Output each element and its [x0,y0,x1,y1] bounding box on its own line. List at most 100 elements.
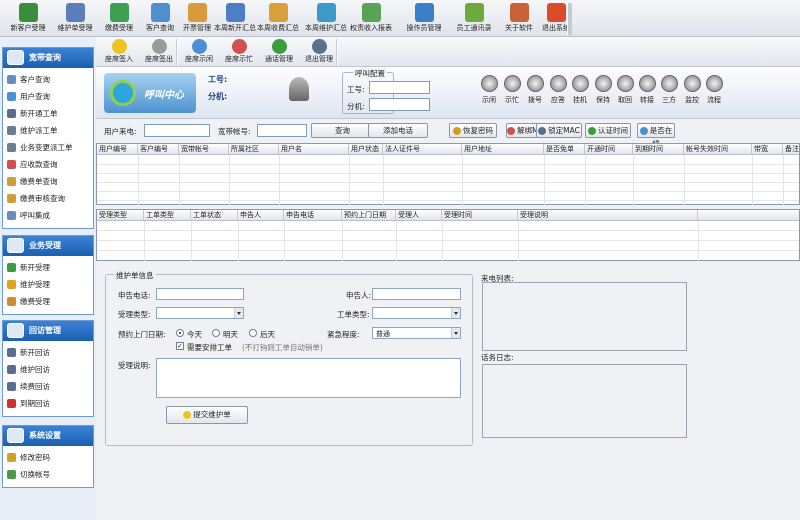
column-header[interactable]: 法人证件号 [383,144,462,155]
toolbar-button-11[interactable]: 员工通讯录 [451,2,497,36]
agent-button-5[interactable]: 通话管理 [259,38,299,66]
column-header[interactable]: 用户状态 [349,144,383,155]
sidebar-group-header[interactable]: 业务受理 [3,236,93,256]
action-button-4[interactable]: 认证时间 [585,123,631,138]
agent-button-1[interactable]: 座席签入 [99,38,139,66]
sidebar-item[interactable]: 切换帐号 [3,466,93,483]
call-list-panel[interactable] [482,282,687,351]
sidebar-group-header[interactable]: 回访管理 [3,321,93,341]
column-header[interactable]: 是否免单 [544,144,585,155]
reporter-input[interactable] [372,288,461,300]
phone-button-6[interactable]: 保持 [592,75,614,105]
column-header[interactable]: 用户名 [279,144,349,155]
phone-button-8[interactable]: 转接 [636,75,658,105]
submit-maintenance-button[interactable]: 提交维护单 [166,406,248,424]
phone-button-2[interactable]: 示忙 [501,75,523,105]
call-agent-id-input[interactable] [369,81,430,94]
agent-button-4[interactable]: 座席示忙 [219,38,259,66]
query-button[interactable]: 查询 [311,123,374,138]
column-header[interactable]: 到期时间 [633,144,684,155]
phone-button-label: 应答 [551,96,565,104]
phone-button-3[interactable]: 拨号 [524,75,546,105]
call-extension-input[interactable] [369,98,430,111]
sidebar-item[interactable]: 应收款查询 [3,156,93,173]
sidebar-item[interactable]: 缴费单查询 [3,173,93,190]
toolbar-button-2[interactable]: 维护单受理 [52,2,98,36]
action-button-1[interactable]: 恢复密码 [449,123,497,138]
sidebar-item[interactable]: 业务变更派工单 [3,139,93,156]
column-header[interactable]: 工单状态 [191,210,238,221]
description-textarea[interactable] [156,358,461,398]
sidebar-item[interactable]: 修改密码 [3,449,93,466]
column-header[interactable]: 开通时间 [585,144,633,155]
column-header[interactable]: 申告电话 [284,210,342,221]
date-tomorrow-radio[interactable] [212,329,220,337]
sidebar-item[interactable]: 新开通工单 [3,105,93,122]
column-header[interactable]: 宽带帐号 [179,144,229,155]
sidebar-item[interactable]: 客户查询 [3,71,93,88]
phone-button-4[interactable]: 应答 [547,75,569,105]
toolbar-button-10[interactable]: 操作员管理 [401,2,447,36]
phone-button-1[interactable]: 示闲 [478,75,500,105]
sidebar-item-label: 用户查询 [20,92,50,101]
caller-input[interactable] [144,124,210,137]
sidebar-item[interactable]: 到期回访 [3,395,93,412]
sidebar-item[interactable]: 续费回访 [3,378,93,395]
toolbar-button-6[interactable]: 本周新开汇总 [212,2,258,36]
phone-button-5[interactable]: 挂机 [569,75,591,105]
action-button-3[interactable]: 锁定MAC [536,123,582,138]
key-icon [7,453,16,462]
toolbar-button-1[interactable]: 新客户受理 [5,2,51,36]
agent-button-6[interactable]: 退出管理 [299,38,339,66]
add-call-button[interactable]: 添加电话 [368,123,428,138]
sidebar-group-header[interactable]: 系统设置 [3,426,93,446]
column-header[interactable]: 受理说明 [518,210,698,221]
column-header[interactable]: 所属社区 [229,144,279,155]
sidebar-item[interactable]: 新开受理 [3,259,93,276]
action-button-5[interactable]: 是否在线 [637,123,675,148]
phone-button-7[interactable]: 取回 [614,75,636,105]
column-header[interactable]: 用户编号 [97,144,138,155]
sidebar-item[interactable]: 用户查询 [3,88,93,105]
agent-button-2[interactable]: 座席签出 [139,38,179,66]
column-header[interactable]: 备注 [783,144,800,155]
sidebar-item[interactable]: 维护受理 [3,276,93,293]
user-grid[interactable]: 用户编号 客户编号 宽带帐号 所属社区 用户名 用户状态 法人证件号 用户地址 是否免单 开通时间… [96,143,800,205]
column-header[interactable]: 受理时间 [442,210,518,221]
date-today-radio[interactable] [176,329,184,337]
column-header[interactable]: 帐号失效时间 [684,144,752,155]
column-header[interactable]: 带宽 [752,144,783,155]
call-log-panel[interactable] [482,364,687,438]
column-header[interactable]: 工单类型 [144,210,191,221]
column-header[interactable]: 用户地址 [462,144,544,155]
column-header[interactable]: 受理类型 [97,210,144,221]
toolbar-button-7[interactable]: 本周收费汇总 [255,2,301,36]
toolbar-button-8[interactable]: 本周维护汇总 [303,2,349,36]
sidebar-item[interactable]: 呼叫集成 [3,207,93,224]
sidebar-group-header[interactable]: 宽带查询 [3,48,93,68]
phone-button-11[interactable]: 流程 [703,75,725,105]
column-header[interactable]: 预约上门日期 [342,210,396,221]
sidebar-item[interactable]: 缴费审核查询 [3,190,93,207]
order-grid[interactable]: 受理类型 工单类型 工单状态 申告人 申告电话 预约上门日期 受理人 受理时间 受理说明 [96,209,800,261]
column-header[interactable]: 受理人 [396,210,442,221]
column-header[interactable]: 申告人 [238,210,284,221]
phone-input[interactable] [156,288,244,300]
sidebar-item[interactable]: 新开回访 [3,344,93,361]
phone-button-10[interactable]: 监控 [681,75,703,105]
need-dispatch-checkbox[interactable]: ✓ [176,342,184,350]
sidebar-item[interactable]: 维护派工单 [3,122,93,139]
agent-button-3[interactable]: 座席示闲 [179,38,219,66]
urgency-select[interactable]: 普通 [372,327,461,339]
column-header[interactable]: 客户编号 [138,144,179,155]
toolbar-button-3[interactable]: 缴费受理 [96,2,142,36]
order-type-select[interactable] [372,307,461,319]
toolbar-button-13[interactable]: 退出系统 [533,2,579,36]
date-after-tomorrow-radio[interactable] [249,329,257,337]
accept-type-select[interactable] [156,307,244,319]
sidebar-item[interactable]: 维护回访 [3,361,93,378]
sidebar-item[interactable]: 缴费受理 [3,293,93,310]
phone-button-9[interactable]: 三方 [658,75,680,105]
toolbar-button-9[interactable]: 权责收入报表 [348,2,394,36]
account-input[interactable] [257,124,307,137]
